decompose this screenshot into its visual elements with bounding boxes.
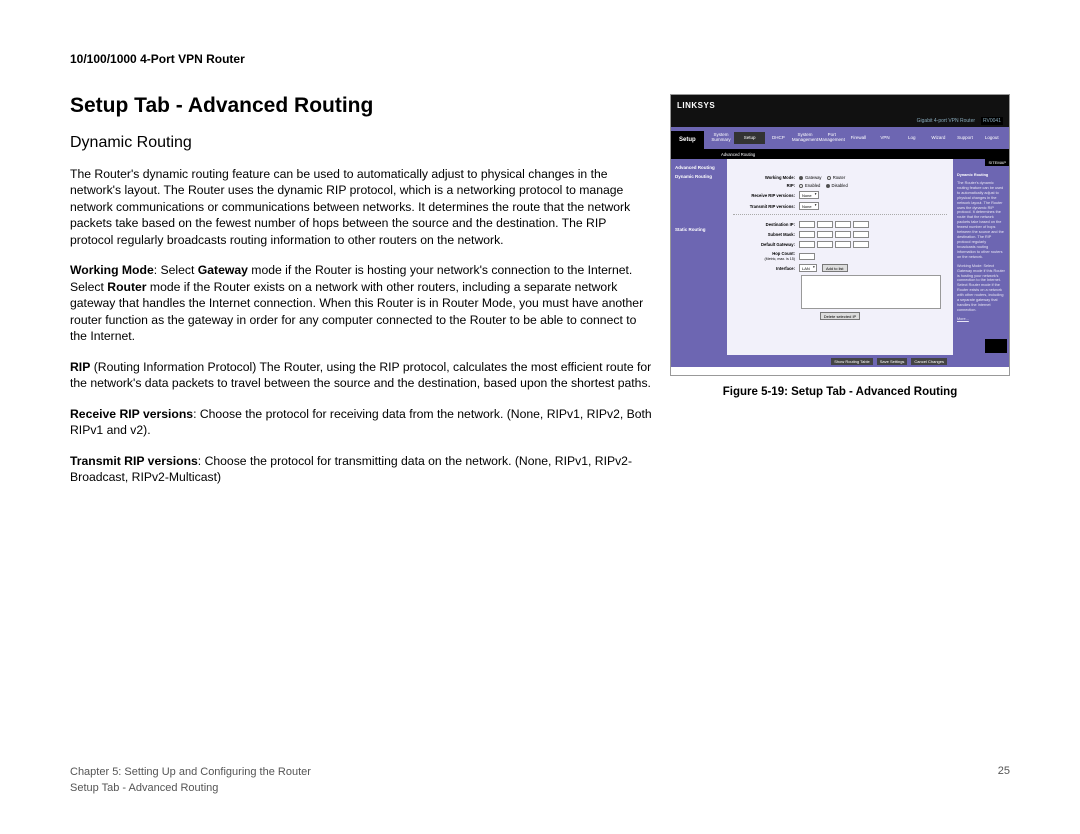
more-link[interactable]: More... (957, 317, 1005, 322)
tab-setup-active[interactable]: Setup (671, 131, 704, 149)
row-transmit-rip: Transmit RIP versions: None (733, 202, 947, 210)
text-column: Setup Tab - Advanced Routing Dynamic Rou… (70, 94, 652, 500)
hop-input[interactable] (799, 253, 815, 260)
device-bar: Gigabit 4-port VPN Router RV0041 (671, 115, 1009, 127)
paragraph-transmit-rip: Transmit RIP versions: Choose the protoc… (70, 453, 652, 486)
paragraph-intro: The Router's dynamic routing feature can… (70, 166, 652, 248)
row-interface: Interface: LAN Add to list (733, 264, 947, 272)
select-transmit-rip[interactable]: None (799, 202, 819, 210)
select-receive-rip[interactable]: None (799, 191, 819, 199)
page-number: 25 (998, 765, 1010, 796)
tab-setup[interactable]: Setup (734, 132, 765, 145)
radio-gateway[interactable] (799, 176, 803, 180)
footer-chapter: Chapter 5: Setting Up and Configuring th… (70, 765, 311, 780)
tab-system-management[interactable]: System Management (792, 133, 819, 143)
add-to-list-button[interactable]: Add to list (822, 264, 848, 272)
cisco-logo-icon (985, 339, 1007, 353)
row-hop-count: Hop Count:(Metric, max. is 15) (733, 251, 947, 261)
sub-nav: Advanced Routing (671, 149, 1009, 159)
row-default-gateway: Default Gateway: (733, 241, 947, 248)
row-working-mode: Working Mode: Gateway Router (733, 175, 947, 180)
tab-wizard[interactable]: Wizard (925, 136, 952, 141)
tab-log[interactable]: Log (898, 136, 925, 141)
row-rip: RIP: Enabled Disabled (733, 183, 947, 188)
figure-caption: Figure 5-19: Setup Tab - Advanced Routin… (670, 386, 1010, 398)
select-interface[interactable]: LAN (799, 264, 817, 272)
label-rip: RIP (70, 360, 90, 374)
tab-support[interactable]: Support (952, 136, 979, 141)
radio-rip-disabled[interactable] (826, 184, 830, 188)
paragraph-receive-rip: Receive RIP versions: Choose the protoco… (70, 406, 652, 439)
section-labels: Advanced Routing Dynamic Routing Static … (671, 159, 727, 367)
page-footer: Chapter 5: Setting Up and Configuring th… (70, 765, 1010, 796)
sitemap-badge[interactable]: SITEMAP (985, 159, 1009, 166)
paragraph-rip: RIP (Routing Information Protocol) The R… (70, 359, 652, 392)
tab-vpn[interactable]: VPN (872, 136, 899, 141)
label-working-mode: Working Mode (70, 263, 154, 277)
help-panel: SITEMAP Dynamic Routing The Router's dyn… (953, 159, 1009, 367)
subtab-advanced-routing[interactable]: Advanced Routing (721, 152, 755, 157)
cancel-changes-button[interactable]: Cancel Changes (911, 358, 947, 365)
page-header: 10/100/1000 4-Port VPN Router (70, 52, 1010, 66)
page-title: Setup Tab - Advanced Routing (70, 94, 652, 118)
label-receive-rip: Receive RIP versions (70, 407, 193, 421)
tab-dhcp[interactable]: DHCP (765, 136, 792, 141)
tab-port-management[interactable]: Port Management (818, 133, 845, 143)
figure-column: LINKSYS Gigabit 4-port VPN Router RV0041… (670, 94, 1010, 500)
radio-router[interactable] (827, 176, 831, 180)
form-area: Working Mode: Gateway Router RIP: Enable… (727, 159, 953, 367)
action-bar: Show Routing Table Save Settings Cancel … (727, 355, 953, 367)
show-routing-table-button[interactable]: Show Routing Table (831, 358, 873, 365)
delete-selected-button[interactable]: Delete selected IP (820, 312, 860, 320)
row-subnet-mask: Subnet Mask: (733, 231, 947, 238)
main-nav: Setup System Summary Setup DHCP System M… (671, 127, 1009, 149)
footer-section: Setup Tab - Advanced Routing (70, 781, 311, 796)
section-subtitle: Dynamic Routing (70, 134, 652, 152)
tab-firewall[interactable]: Firewall (845, 136, 872, 141)
tab-logout[interactable]: Logout (978, 136, 1005, 141)
label-transmit-rip: Transmit RIP versions (70, 454, 198, 468)
save-settings-button[interactable]: Save Settings (877, 358, 908, 365)
paragraph-working-mode: Working Mode: Select Gateway mode if the… (70, 262, 652, 344)
router-admin-screenshot: LINKSYS Gigabit 4-port VPN Router RV0041… (670, 94, 1010, 376)
row-receive-rip: Receive RIP versions: None (733, 191, 947, 199)
static-route-list[interactable] (801, 275, 941, 309)
brand-logo: LINKSYS (677, 101, 715, 110)
radio-rip-enabled[interactable] (799, 184, 803, 188)
ip-octet[interactable] (799, 221, 815, 228)
brand-bar: LINKSYS (671, 95, 1009, 115)
row-destination-ip: Destination IP: (733, 221, 947, 228)
tab-system-summary[interactable]: System Summary (708, 133, 735, 143)
